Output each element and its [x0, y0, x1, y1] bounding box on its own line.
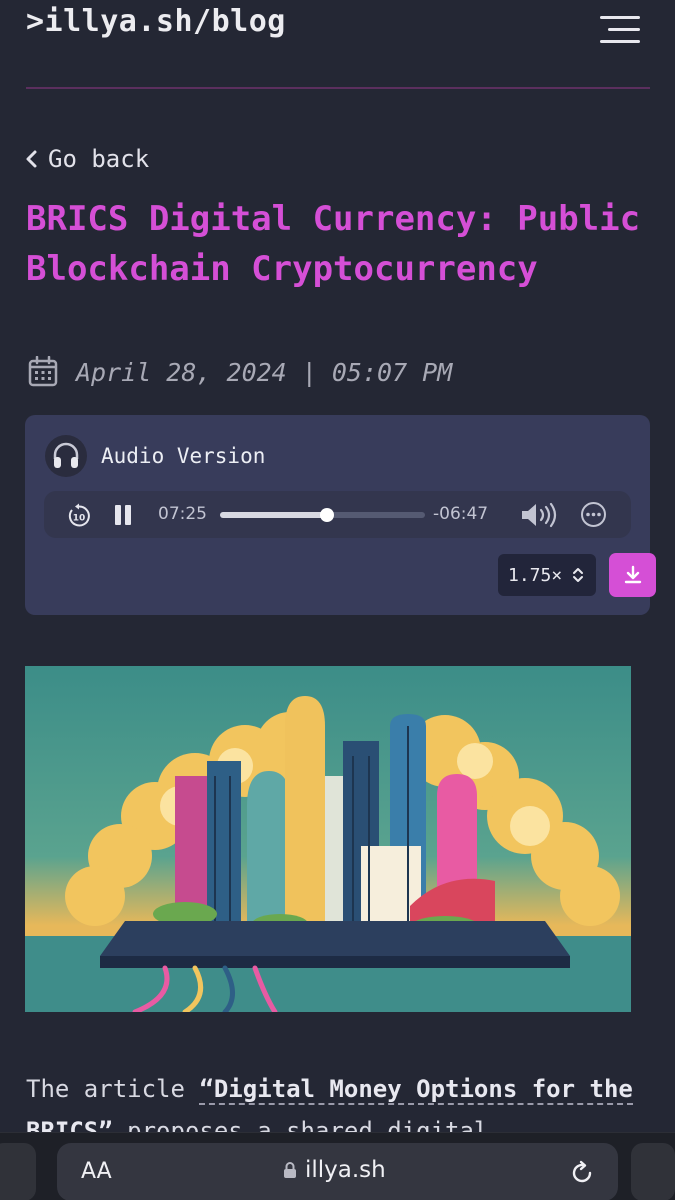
elapsed-time: 07:25	[158, 504, 207, 524]
post-date: April 28, 2024 | 05:07 PM	[28, 352, 452, 392]
chevron-updown-icon	[573, 568, 584, 582]
go-back-label: Go back	[48, 145, 150, 173]
playback-speed-value: 1.75×	[508, 564, 563, 586]
pause-icon[interactable]	[112, 503, 134, 527]
headphones-icon	[45, 435, 87, 477]
url-text: illya.sh	[305, 1157, 386, 1183]
lock-icon	[284, 1162, 296, 1178]
download-icon	[624, 565, 641, 584]
seek-thumb[interactable]	[319, 508, 334, 522]
chevron-left-icon	[26, 150, 37, 168]
download-button[interactable]	[609, 553, 656, 597]
audio-header: Audio Version	[45, 435, 265, 477]
article-intro-before: The article	[26, 1075, 200, 1103]
text-size-label: AA	[81, 1159, 112, 1184]
hero-image	[25, 666, 631, 1012]
seek-progress	[220, 512, 327, 518]
previous-tab[interactable]	[0, 1143, 36, 1200]
address-bar[interactable]: AA illya.sh	[57, 1143, 618, 1200]
go-back-link[interactable]: Go back	[24, 144, 149, 174]
remaining-time: -06:47	[433, 504, 489, 524]
text-size-button[interactable]: AA	[81, 1159, 112, 1184]
audio-controls: 10 07:25 -06:47	[44, 491, 631, 538]
post-title: BRICS Digital Currency: Public Blockchai…	[26, 199, 641, 289]
more-icon[interactable]	[580, 501, 607, 528]
hamburger-menu-icon[interactable]	[594, 12, 640, 46]
post-date-text: April 28, 2024 | 05:07 PM	[76, 357, 453, 387]
calendar-icon	[28, 356, 58, 387]
volume-icon[interactable]	[519, 501, 559, 529]
rewind-10-icon[interactable]: 10	[66, 503, 92, 529]
browser-toolbar: AA illya.sh	[0, 1132, 675, 1200]
site-header: >illya.sh/blog	[0, 0, 675, 88]
audio-player-card: Audio Version 10 07:25 -06:47 1.75×	[25, 415, 656, 615]
playback-speed-select[interactable]: 1.75×	[498, 554, 596, 596]
site-title[interactable]: >illya.sh/blog	[26, 4, 286, 39]
audio-version-label: Audio Version	[101, 444, 266, 468]
next-tab[interactable]	[631, 1143, 675, 1200]
url-display: illya.sh	[283, 1157, 386, 1183]
reload-icon[interactable]	[569, 1160, 595, 1186]
svg-text:10: 10	[73, 514, 86, 524]
seek-slider[interactable]	[220, 508, 425, 522]
header-divider	[26, 87, 650, 89]
